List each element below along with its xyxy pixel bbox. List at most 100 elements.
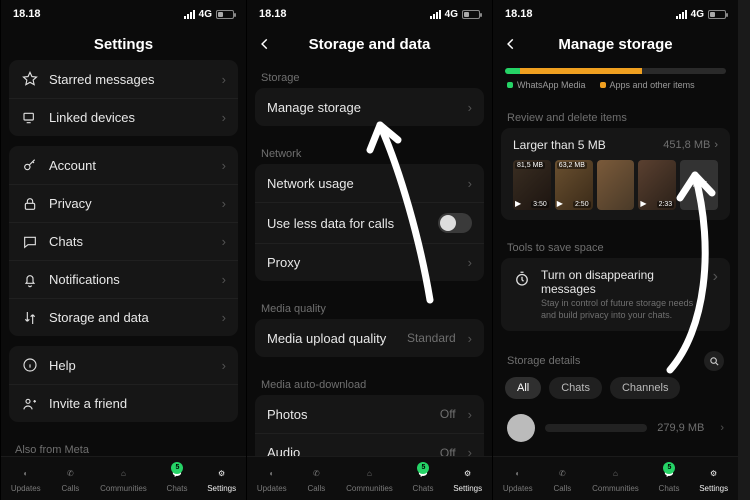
row-network-usage[interactable]: Network usage › [255, 164, 484, 202]
row-help[interactable]: Help › [9, 346, 238, 384]
media-thumb[interactable]: 2:33▶ [638, 160, 676, 210]
tab-communities[interactable]: ⌂Communities [592, 465, 639, 493]
group-storage: Manage storage › [255, 88, 484, 126]
thumbs: 81,5 MB3:50▶63,2 MB2:50▶ 2:33▶+25 [513, 160, 718, 210]
chevron-right-icon: › [468, 407, 472, 422]
tab-chats[interactable]: 💬Chats5 [167, 465, 188, 493]
section-storage: Storage [247, 60, 492, 88]
scroll-area[interactable]: Starred messages › Linked devices › Acco… [1, 60, 246, 456]
row-audio[interactable]: Audio Off › [255, 433, 484, 456]
updates-icon: ◐ [16, 465, 36, 483]
storage-bar [505, 68, 726, 74]
tab-settings[interactable]: ⚙Settings [453, 465, 482, 493]
tab-chats[interactable]: 💬Chats5 [413, 465, 434, 493]
status-net: 4G [445, 9, 458, 20]
tab-settings[interactable]: ⚙Settings [207, 465, 236, 493]
signal-icon [184, 10, 195, 19]
status-bar: 18.18 4G [1, 0, 246, 28]
chat-size: 279,9 MB [657, 422, 704, 434]
chevron-right-icon: › [222, 72, 226, 87]
chevron-right-icon: › [222, 358, 226, 373]
row-chats[interactable]: Chats › [9, 222, 238, 260]
phone-icon: ✆ [552, 465, 572, 483]
tab-updates[interactable]: ◐Updates [11, 465, 41, 493]
row-label: Proxy [267, 255, 458, 270]
row-linked-devices[interactable]: Linked devices › [9, 98, 238, 136]
group-network: Network usage › Use less data for calls … [255, 164, 484, 281]
row-label: Invite a friend [49, 396, 226, 411]
gear-icon: ⚙ [458, 465, 478, 483]
toggle-less-data[interactable] [438, 213, 472, 233]
card-larger-than-5mb[interactable]: Larger than 5 MB 451,8 MB› 81,5 MB3:50▶6… [501, 128, 730, 220]
row-account[interactable]: Account › [9, 146, 238, 184]
chevron-right-icon: › [468, 176, 472, 191]
chevron-right-icon: › [468, 100, 472, 115]
page-title: Storage and data [309, 36, 431, 53]
scroll-area[interactable]: Storage Manage storage › Network Network… [247, 60, 492, 456]
row-invite[interactable]: Invite a friend [9, 384, 238, 422]
phone-icon: ✆ [60, 465, 80, 483]
row-privacy[interactable]: Privacy › [9, 184, 238, 222]
tabbar: ◐Updates ✆Calls ⌂Communities 💬Chats5 ⚙Se… [247, 456, 492, 500]
chevron-right-icon: › [713, 268, 718, 286]
communities-icon: ⌂ [605, 465, 625, 483]
signal-icon [430, 10, 441, 19]
tab-updates[interactable]: ◐Updates [257, 465, 287, 493]
row-proxy[interactable]: Proxy › [255, 243, 484, 281]
pill-all[interactable]: All [505, 377, 541, 399]
chat-storage-row[interactable]: 279,9 MB › [493, 407, 738, 449]
row-manage-storage[interactable]: Manage storage › [255, 88, 484, 126]
tab-calls[interactable]: ✆Calls [306, 465, 326, 493]
media-thumb-more[interactable]: +25 [680, 160, 718, 210]
scroll-area[interactable]: WhatsApp Media Apps and other items Revi… [493, 60, 738, 456]
tab-calls[interactable]: ✆Calls [60, 465, 80, 493]
row-label: Network usage [267, 176, 458, 191]
row-photos[interactable]: Photos Off › [255, 395, 484, 433]
screen-manage-storage: 18.18 4G Manage storage WhatsApp Media A… [492, 0, 738, 500]
media-thumb[interactable] [597, 160, 635, 210]
tab-calls[interactable]: ✆Calls [552, 465, 572, 493]
communities-icon: ⌂ [113, 465, 133, 483]
tab-chats[interactable]: 💬Chats5 [659, 465, 680, 493]
pill-channels[interactable]: Channels [610, 377, 680, 399]
back-button[interactable] [255, 34, 275, 54]
row-label: Account [49, 158, 212, 173]
bell-icon [21, 272, 39, 288]
row-starred-messages[interactable]: Starred messages › [9, 60, 238, 98]
row-notifications[interactable]: Notifications › [9, 260, 238, 298]
chat-list: 279,9 MB›194,4 MB›65,7 MB› [493, 407, 738, 456]
row-label: Manage storage [267, 100, 458, 115]
lock-icon [21, 196, 39, 212]
media-thumb[interactable]: 63,2 MB2:50▶ [555, 160, 593, 210]
row-label: Photos [267, 407, 430, 422]
row-value: Off [440, 446, 456, 457]
row-label: Notifications [49, 272, 212, 287]
row-label: Linked devices [49, 110, 212, 125]
row-less-data[interactable]: Use less data for calls [255, 202, 484, 243]
chat-storage-row[interactable]: 194,4 MB› [493, 449, 738, 456]
tip-disappearing[interactable]: Turn on disappearing messages Stay in co… [501, 258, 730, 331]
data-arrows-icon [21, 310, 39, 326]
pill-chats[interactable]: Chats [549, 377, 602, 399]
tab-communities[interactable]: ⌂Communities [100, 465, 147, 493]
tip-title: Turn on disappearing messages [541, 268, 703, 296]
search-button[interactable] [704, 351, 724, 371]
section-network: Network [247, 136, 492, 164]
tab-communities[interactable]: ⌂Communities [346, 465, 393, 493]
section-media-quality: Media quality [247, 291, 492, 319]
row-upload-quality[interactable]: Media upload quality Standard › [255, 319, 484, 357]
tab-settings[interactable]: ⚙Settings [699, 465, 728, 493]
media-thumb[interactable]: 81,5 MB3:50▶ [513, 160, 551, 210]
phone-icon: ✆ [306, 465, 326, 483]
chevron-right-icon: › [720, 422, 724, 434]
back-button[interactable] [501, 34, 521, 54]
group-auto-download: Photos Off › Audio Off › Video Off › Doc… [255, 395, 484, 456]
row-value: Off [440, 407, 456, 421]
row-value: Standard [407, 331, 456, 345]
large-size: 451,8 MB [663, 139, 710, 151]
tab-updates[interactable]: ◐Updates [503, 465, 533, 493]
group-help: Help › Invite a friend [9, 346, 238, 422]
chevron-right-icon: › [222, 310, 226, 325]
status-time: 18.18 [505, 8, 533, 20]
row-storage-and-data[interactable]: Storage and data › [9, 298, 238, 336]
